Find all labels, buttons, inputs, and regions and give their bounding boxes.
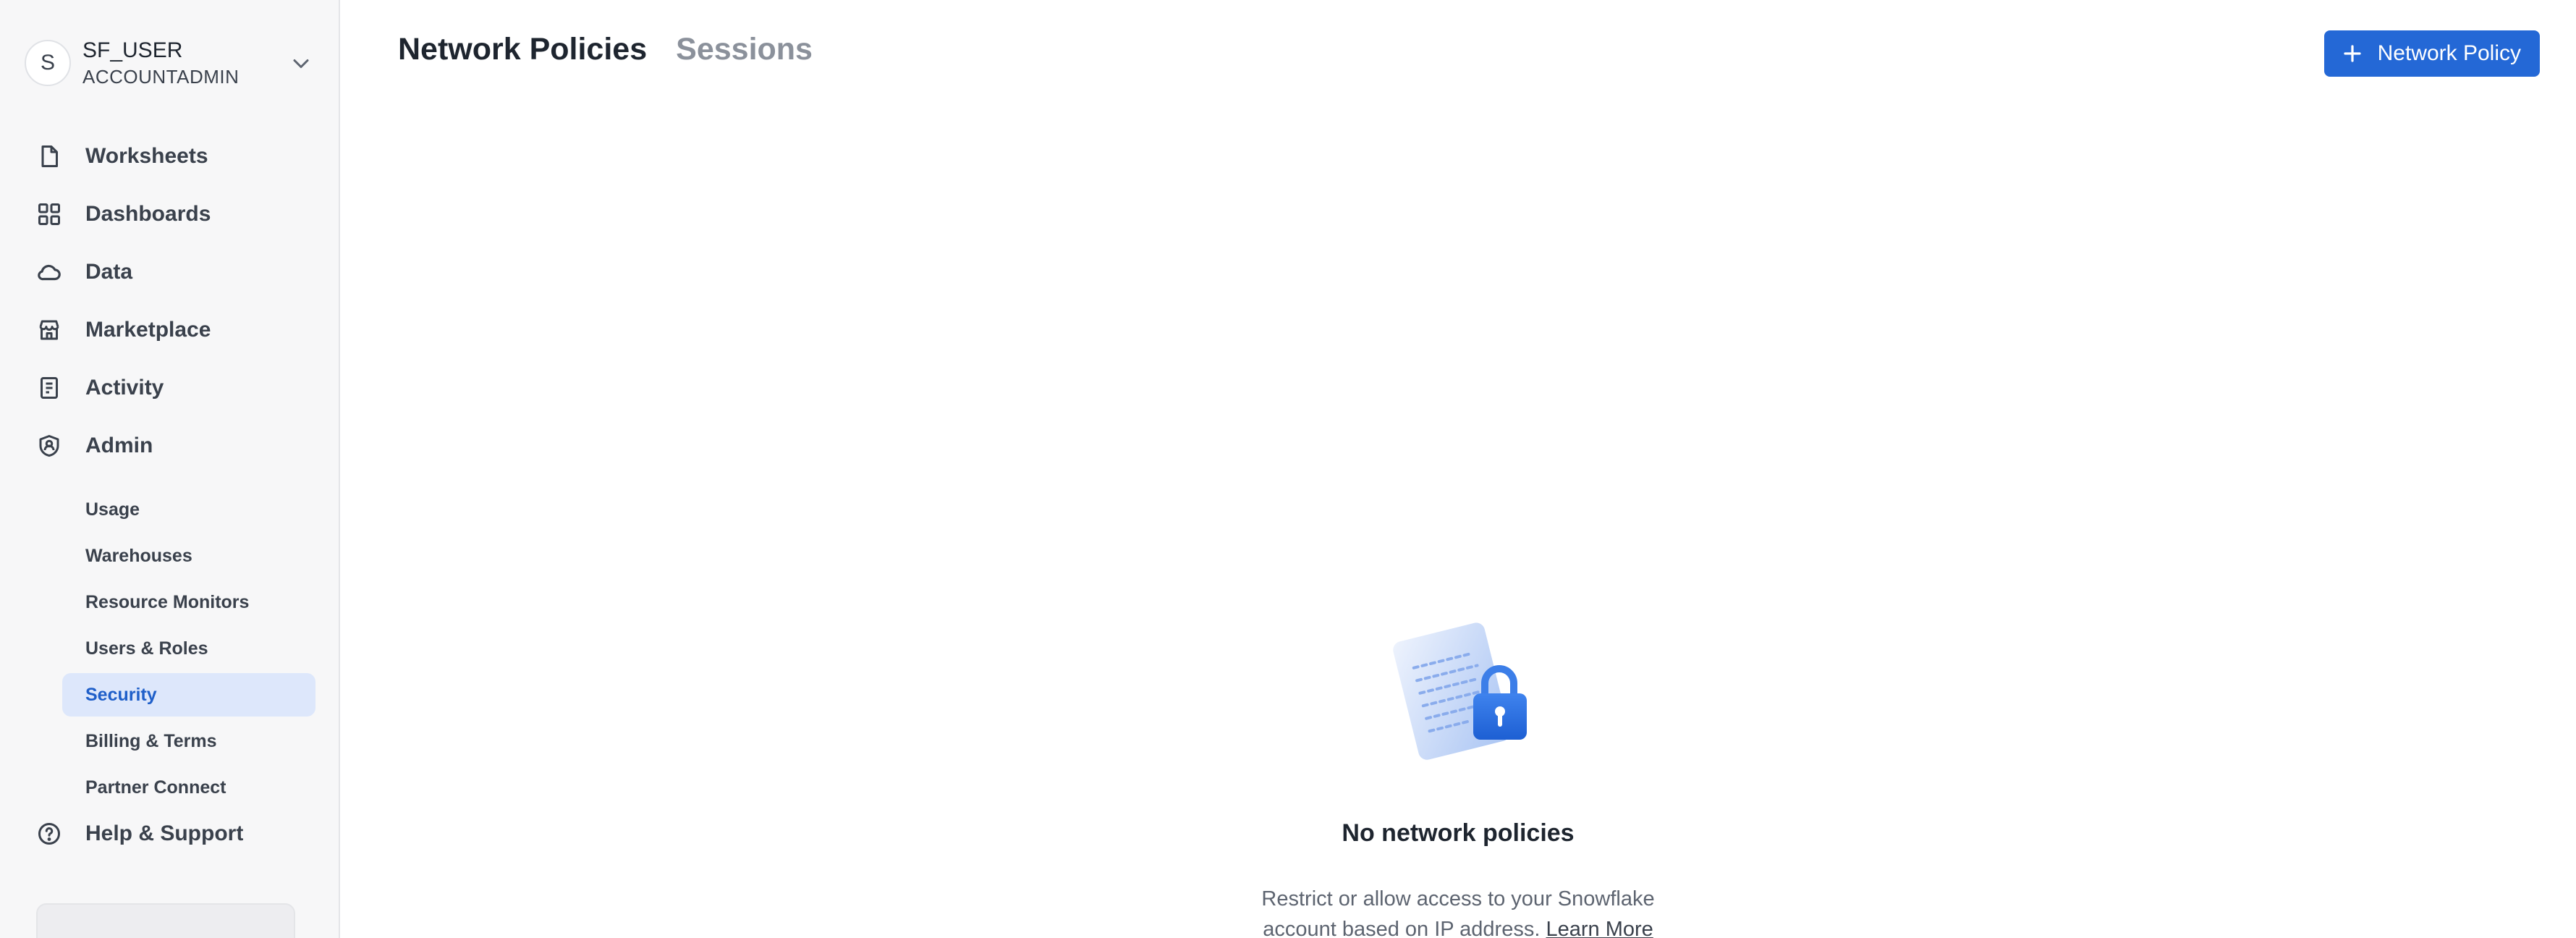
nav-item-label: Activity	[85, 376, 164, 400]
avatar: S	[25, 40, 71, 86]
tab-sessions[interactable]: Sessions	[676, 32, 813, 67]
nav-item-admin[interactable]: Admin	[35, 424, 317, 468]
add-network-policy-button[interactable]: Network Policy	[2323, 30, 2540, 77]
activity-doc-icon	[35, 373, 64, 402]
app-root: S SF_USER ACCOUNTADMIN Worksheets Dashbo…	[0, 0, 2576, 938]
subnav-item-usage[interactable]: Usage	[62, 488, 315, 531]
sidebar: S SF_USER ACCOUNTADMIN Worksheets Dashbo…	[0, 0, 340, 938]
subnav-item-users-roles[interactable]: Users & Roles	[62, 627, 315, 670]
nav-item-dashboards[interactable]: Dashboards	[35, 193, 317, 236]
plus-icon	[2343, 45, 2361, 62]
cloud-icon	[35, 258, 64, 287]
subnav-item-security[interactable]: Security	[62, 673, 315, 717]
user-info: SF_USER ACCOUNTADMIN	[82, 37, 239, 89]
subnav-item-billing-terms[interactable]: Billing & Terms	[62, 719, 315, 763]
nav-item-help-support[interactable]: Help & Support	[35, 812, 317, 855]
file-icon	[35, 142, 64, 171]
user-role: ACCOUNTADMIN	[82, 66, 240, 88]
empty-state: No network policies Restrict or allow ac…	[340, 608, 2576, 938]
main-content: Network Policies Sessions Network Policy	[340, 0, 2576, 938]
chevron-down-icon	[293, 59, 309, 68]
empty-state-title: No network policies	[1342, 819, 1575, 847]
grid-icon	[35, 200, 64, 229]
nav-item-label: Dashboards	[85, 202, 211, 226]
nav-item-label: Worksheets	[85, 144, 208, 168]
empty-state-description: Restrict or allow access to your Snowfla…	[1234, 884, 1682, 938]
sidebar-bottom-card	[36, 903, 295, 938]
nav-item-data[interactable]: Data	[35, 250, 317, 294]
subnav-item-resource-monitors[interactable]: Resource Monitors	[62, 580, 315, 624]
nav-item-worksheets[interactable]: Worksheets	[35, 135, 317, 178]
learn-more-link[interactable]: Learn More	[1546, 918, 1653, 938]
document-lock-icon	[1393, 622, 1527, 760]
nav-item-label: Admin	[85, 434, 153, 457]
nav-item-label: Help & Support	[85, 821, 244, 845]
nav-item-marketplace[interactable]: Marketplace	[35, 308, 317, 352]
tab-network-policies[interactable]: Network Policies	[398, 32, 647, 67]
nav-item-activity[interactable]: Activity	[35, 366, 317, 410]
shield-icon	[35, 431, 64, 460]
store-icon	[35, 316, 64, 345]
subnav-item-partner-connect[interactable]: Partner Connect	[62, 766, 315, 809]
subnav-item-warehouses[interactable]: Warehouses	[62, 534, 315, 578]
help-circle-icon	[35, 819, 64, 848]
user-switcher[interactable]: S SF_USER ACCOUNTADMIN	[25, 38, 314, 88]
user-name: SF_USER	[82, 38, 183, 62]
nav-item-label: Data	[85, 260, 133, 284]
nav-item-label: Marketplace	[85, 318, 211, 342]
page-tabs: Network Policies Sessions	[398, 32, 842, 67]
add-network-policy-label: Network Policy	[2377, 41, 2521, 65]
